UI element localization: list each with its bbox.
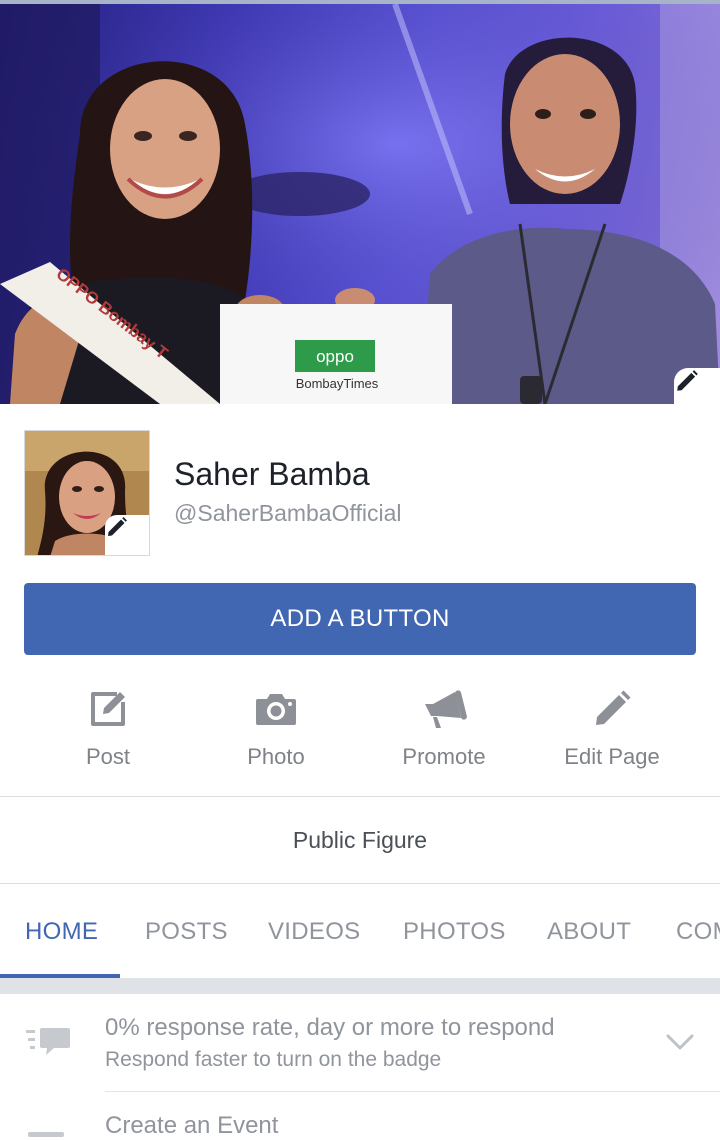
post-action[interactable]: Post: [24, 680, 192, 780]
card-brand: oppo: [316, 347, 354, 366]
page-tabs: HOME POSTS VIDEOS PHOTOS ABOUT COM: [0, 884, 720, 980]
edit-page-label: Edit Page: [564, 744, 660, 769]
page-username: @SaherBambaOfficial: [174, 500, 402, 526]
tab-videos[interactable]: VIDEOS: [268, 884, 361, 980]
tab-posts[interactable]: POSTS: [145, 884, 228, 980]
pencil-icon: [596, 690, 631, 725]
page-actions: Post Photo Promote Edit Page: [24, 680, 696, 780]
create-event-label: Create an Event: [105, 1112, 279, 1139]
promote-action[interactable]: Promote: [360, 680, 528, 780]
tab-about[interactable]: ABOUT: [547, 884, 631, 980]
post-label: Post: [85, 744, 131, 769]
page-name: Saher Bamba: [174, 456, 370, 492]
divider: [105, 1091, 720, 1092]
add-a-button[interactable]: ADD A BUTTON: [24, 583, 696, 655]
edit-page-action[interactable]: Edit Page: [528, 680, 696, 780]
promote-label: Promote: [402, 744, 486, 769]
profile-picture[interactable]: [24, 430, 150, 556]
pencil-icon: [677, 370, 698, 391]
tab-photos[interactable]: PHOTOS: [403, 884, 506, 980]
cover-illustration: OPPO Bombay T oppo BombayTimes: [0, 4, 720, 404]
response-rate-title: 0% response rate, day or more to respond: [105, 1014, 555, 1041]
section-separator: [0, 978, 720, 994]
edit-profile-picture-button[interactable]: [105, 515, 149, 555]
edit-cover-button[interactable]: [674, 368, 720, 404]
camera-icon: [256, 694, 296, 725]
tab-community[interactable]: COM: [676, 884, 720, 980]
message-badge-icon: [26, 1028, 70, 1055]
pencil-icon: [108, 517, 127, 536]
photo-label: Photo: [247, 744, 305, 769]
compose-icon: [91, 692, 125, 726]
photo-action[interactable]: Photo: [192, 680, 360, 780]
response-rate-subtitle: Respond faster to turn on the badge: [105, 1048, 442, 1071]
megaphone-icon: [425, 690, 467, 728]
calendar-icon: [28, 1132, 64, 1137]
card-subtitle: BombayTimes: [296, 376, 379, 391]
chevron-down-icon[interactable]: [664, 1030, 696, 1054]
cover-photo[interactable]: OPPO Bombay T oppo BombayTimes: [0, 4, 720, 404]
tab-home[interactable]: HOME: [25, 884, 98, 980]
page-category: Public Figure: [292, 826, 428, 853]
